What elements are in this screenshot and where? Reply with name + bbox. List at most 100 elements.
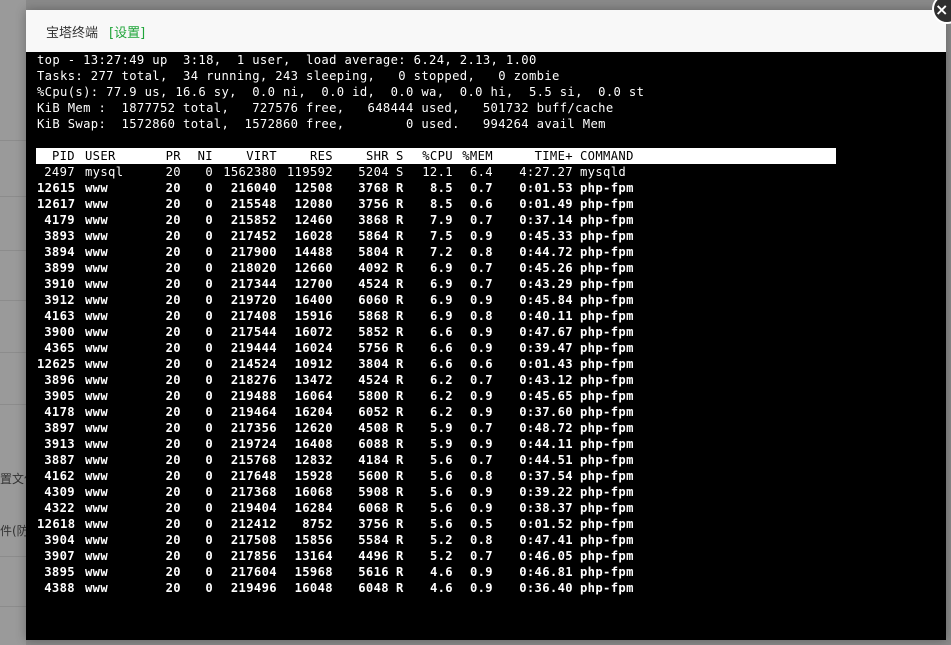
cell-command: php-fpm [580, 197, 634, 211]
cell-ni: 0 [205, 405, 213, 419]
cell-command: php-fpm [580, 229, 634, 243]
summary-line-cpu: %Cpu(s): 77.9 us, 16.6 sy, 0.0 ni, 0.0 i… [37, 85, 645, 99]
cell-ni: 0 [205, 277, 213, 291]
cell--mem: 0.7 [469, 453, 493, 467]
cell-s: R [396, 533, 404, 547]
cell-res: 16024 [294, 341, 333, 355]
cell-time: 0:01.43 [519, 357, 573, 371]
cell-pr: 20 [165, 277, 181, 291]
cell-res: 16028 [294, 229, 333, 243]
cell-pr: 20 [165, 453, 181, 467]
cell-virt: 219724 [230, 437, 277, 451]
cell-command: php-fpm [580, 309, 634, 323]
cell-time: 0:47.41 [519, 533, 573, 547]
cell-command: php-fpm [580, 437, 634, 451]
cell-s: R [396, 261, 404, 275]
cell-s: R [396, 581, 404, 595]
cell-ni: 0 [205, 213, 213, 227]
divider [0, 250, 26, 251]
column-header-time: TIME+ [534, 149, 573, 163]
cell--mem: 0.7 [469, 421, 493, 435]
terminal-screen[interactable]: top - 13:27:49 up 3:18, 1 user, load ave… [26, 52, 946, 640]
cell-time: 0:39.22 [519, 485, 573, 499]
cell-user: mysql [85, 165, 124, 179]
cell-user: www [85, 469, 109, 483]
cell-pid: 12618 [37, 517, 76, 531]
cell--mem: 0.9 [469, 581, 493, 595]
column-header--mem: %MEM [462, 149, 493, 163]
cell-pid: 4178 [44, 405, 75, 419]
cell-virt: 1562380 [223, 165, 277, 179]
cell-command: php-fpm [580, 325, 634, 339]
cell-command: php-fpm [580, 261, 634, 275]
cell-res: 12700 [294, 277, 333, 291]
cell-shr: 3756 [358, 197, 389, 211]
settings-link[interactable]: [设置] [109, 22, 145, 41]
cell-ni: 0 [205, 421, 213, 435]
cell-virt: 218276 [230, 373, 277, 387]
cell-pid: 3912 [44, 293, 75, 307]
cell--cpu: 6.6 [429, 357, 453, 371]
cell-pid: 4309 [44, 485, 75, 499]
background-text: 件(防 [0, 524, 26, 538]
cell-shr: 5864 [358, 229, 389, 243]
cell-ni: 0 [205, 309, 213, 323]
cell-time: 0:44.51 [519, 453, 573, 467]
summary-line-swap: KiB Swap: 1572860 total, 1572860 free, 0… [37, 117, 606, 131]
cell-pr: 20 [165, 197, 181, 211]
cell-time: 0:46.81 [519, 565, 573, 579]
cell--mem: 6.4 [469, 165, 493, 179]
cell-s: R [396, 341, 404, 355]
cell-shr: 4508 [358, 421, 389, 435]
dialog-header: 宝塔终端 [设置] [26, 10, 946, 53]
cell--cpu: 8.5 [429, 181, 453, 195]
cell-pr: 20 [165, 389, 181, 403]
cell-pr: 20 [165, 581, 181, 595]
cell-time: 0:43.12 [519, 373, 573, 387]
cell-pid: 12615 [37, 181, 76, 195]
cell-ni: 0 [205, 373, 213, 387]
cell-command: php-fpm [580, 389, 634, 403]
cell-pr: 20 [165, 357, 181, 371]
cell-ni: 0 [205, 245, 213, 259]
cell-pid: 4179 [44, 213, 75, 227]
cell-s: R [396, 373, 404, 387]
dialog-title: 宝塔终端 [46, 26, 99, 41]
cell-command: php-fpm [580, 565, 634, 579]
cell-res: 12080 [294, 197, 333, 211]
cell-time: 0:38.37 [519, 501, 573, 515]
cell-pid: 4162 [44, 469, 75, 483]
cell--cpu: 6.2 [429, 373, 453, 387]
cell--cpu: 6.2 [429, 389, 453, 403]
cell-virt: 217344 [230, 277, 277, 291]
cell-pid: 3900 [44, 325, 75, 339]
cell-time: 0:43.29 [519, 277, 573, 291]
cell-ni: 0 [205, 325, 213, 339]
cell-user: www [85, 389, 109, 403]
cell-command: php-fpm [580, 405, 634, 419]
cell-user: www [85, 357, 109, 371]
cell-shr: 5616 [358, 565, 389, 579]
cell-virt: 217604 [230, 565, 277, 579]
cell-virt: 215852 [230, 213, 277, 227]
cell-pid: 3910 [44, 277, 75, 291]
cell-user: www [85, 437, 109, 451]
column-header--cpu: %CPU [422, 149, 453, 163]
cell-shr: 6052 [358, 405, 389, 419]
cell-shr: 4524 [358, 277, 389, 291]
cell-time: 4:27.27 [519, 165, 573, 179]
close-button[interactable]: × [932, 0, 951, 24]
cell-user: www [85, 277, 109, 291]
cell-time: 0:45.26 [519, 261, 573, 275]
cell-virt: 217856 [230, 549, 277, 563]
cell-s: R [396, 405, 404, 419]
cell-pid: 3907 [44, 549, 75, 563]
cell--mem: 0.7 [469, 181, 493, 195]
cell-command: php-fpm [580, 581, 634, 595]
cell-ni: 0 [205, 533, 213, 547]
cell-res: 15856 [294, 533, 333, 547]
cell-command: php-fpm [580, 517, 634, 531]
cell-pr: 20 [165, 373, 181, 387]
cell-res: 15968 [294, 565, 333, 579]
cell-res: 16284 [294, 501, 333, 515]
